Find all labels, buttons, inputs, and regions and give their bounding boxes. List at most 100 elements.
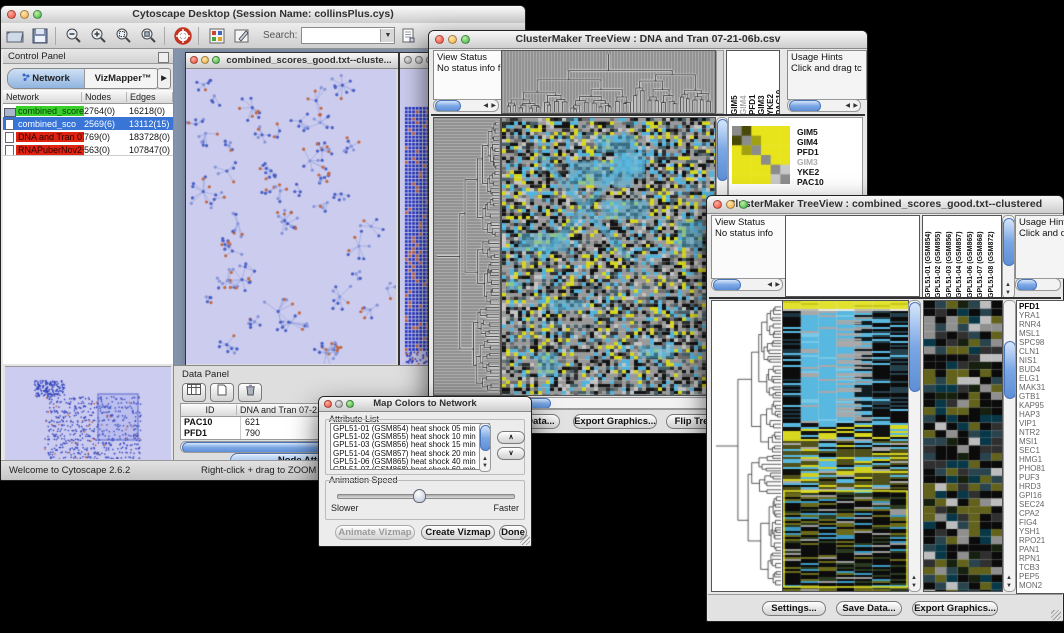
gene-label[interactable]: YKE2 bbox=[797, 167, 859, 177]
minimize-button[interactable] bbox=[415, 56, 423, 64]
treeview1-titlebar[interactable]: ClusterMaker TreeView : DNA and Tran 07-… bbox=[429, 31, 867, 49]
gene-label[interactable]: VIP1 bbox=[1019, 419, 1063, 428]
heatmap-global[interactable] bbox=[782, 300, 909, 592]
scrollbar-thumb[interactable] bbox=[435, 100, 461, 112]
gene-label[interactable]: BUD4 bbox=[1019, 365, 1063, 374]
gene-label[interactable]: GIM4 bbox=[797, 137, 859, 147]
gene-label[interactable]: GIM3 bbox=[797, 157, 859, 167]
heatmap-global[interactable] bbox=[501, 117, 716, 396]
minimize-button[interactable] bbox=[20, 10, 29, 19]
minimize-button[interactable] bbox=[448, 35, 457, 44]
close-button[interactable] bbox=[713, 200, 722, 209]
gene-label[interactable]: MSL1 bbox=[1019, 329, 1063, 338]
scroll-right-icon[interactable]: ▶ bbox=[491, 103, 496, 109]
zoom-button[interactable] bbox=[461, 35, 470, 44]
gene-label[interactable]: PUF3 bbox=[1019, 473, 1063, 482]
gene-label[interactable]: GPI16 bbox=[1019, 491, 1063, 500]
scrollbar-thumb[interactable] bbox=[789, 100, 821, 112]
search-combobox[interactable]: ▼ bbox=[301, 27, 395, 44]
network-row[interactable]: combined_sco2569(6)13112(15) bbox=[3, 117, 173, 130]
import-table-button[interactable] bbox=[398, 26, 420, 46]
gene-label[interactable]: PFD1 bbox=[797, 147, 859, 157]
network-row[interactable]: combined_scores2764(0)16218(0) bbox=[3, 104, 173, 117]
usage-hints-scrollbar[interactable] bbox=[1015, 278, 1061, 291]
row-dendrogram[interactable] bbox=[433, 117, 501, 396]
scrollbar-thumb[interactable] bbox=[909, 302, 921, 392]
gene-label[interactable]: YSH1 bbox=[1019, 527, 1063, 536]
tab-vizmapper[interactable]: VizMapper™ bbox=[84, 69, 161, 88]
gene-label[interactable]: MSI1 bbox=[1019, 437, 1063, 446]
move-down-button[interactable]: ∨ bbox=[497, 447, 525, 460]
new-attribute-button[interactable] bbox=[210, 383, 234, 402]
scrollbar-thumb[interactable] bbox=[713, 279, 741, 291]
animate-vizmap-button[interactable]: Animate Vizmap bbox=[335, 525, 415, 540]
export-graphics-button[interactable]: Export Graphics... bbox=[573, 414, 657, 429]
scroll-up-icon[interactable]: ▲ bbox=[482, 456, 488, 462]
network-overview-canvas[interactable] bbox=[6, 368, 170, 459]
minimize-button[interactable] bbox=[201, 56, 209, 64]
help-lifebuoy-button[interactable] bbox=[172, 26, 194, 46]
gene-label[interactable]: PAC10 bbox=[797, 177, 859, 187]
attribute-item[interactable]: GPL51-07 (GSM868) heat shock 60 min bbox=[333, 466, 487, 470]
speed-slider-track[interactable] bbox=[337, 494, 515, 499]
scroll-down-icon[interactable]: ▼ bbox=[1005, 290, 1011, 296]
gene-label[interactable]: NTR2 bbox=[1019, 428, 1063, 437]
gene-label[interactable]: PAN1 bbox=[1019, 545, 1063, 554]
gene-label[interactable]: RPO21 bbox=[1019, 536, 1063, 545]
column-labels-vscrollbar[interactable]: ▲ ▼ bbox=[1002, 215, 1015, 299]
zoom-selected-button[interactable] bbox=[113, 26, 135, 46]
gene-label[interactable]: GTB1 bbox=[1019, 392, 1063, 401]
zoom-out-button[interactable] bbox=[63, 26, 85, 46]
annotation-button[interactable] bbox=[231, 26, 253, 46]
resize-grip[interactable] bbox=[520, 535, 530, 545]
main-titlebar[interactable]: Cytoscape Desktop (Session Name: collins… bbox=[1, 6, 525, 24]
scrollbar-thumb[interactable] bbox=[1003, 218, 1015, 266]
save-data-button[interactable]: Save Data... bbox=[836, 601, 902, 616]
gene-label[interactable]: SPC98 bbox=[1019, 338, 1063, 347]
scroll-down-icon[interactable]: ▼ bbox=[911, 583, 917, 589]
zoom-in-button[interactable] bbox=[88, 26, 110, 46]
view-status-scrollbar[interactable]: ◀ ▶ bbox=[433, 99, 499, 112]
scrollbar-thumb[interactable] bbox=[1017, 279, 1037, 291]
tab-network[interactable]: Network bbox=[8, 69, 84, 88]
resize-grip[interactable] bbox=[1051, 610, 1061, 620]
gene-label[interactable]: MON2 bbox=[1019, 581, 1063, 590]
gene-label[interactable]: NIS1 bbox=[1019, 356, 1063, 365]
scroll-left-icon[interactable]: ◀ bbox=[767, 282, 772, 288]
close-button[interactable] bbox=[324, 400, 332, 408]
scroll-left-icon[interactable]: ◀ bbox=[845, 103, 850, 109]
column-dendrogram[interactable] bbox=[501, 50, 716, 114]
network-canvas[interactable] bbox=[186, 69, 396, 364]
zoom-button[interactable] bbox=[346, 400, 354, 408]
close-button[interactable] bbox=[190, 56, 198, 64]
scroll-down-icon[interactable]: ▼ bbox=[482, 463, 488, 469]
dialog-titlebar[interactable]: Map Colors to Network bbox=[319, 397, 531, 412]
usage-hints-scrollbar[interactable]: ◀ ▶ bbox=[787, 99, 861, 112]
minimize-button[interactable] bbox=[335, 400, 343, 408]
create-vizmap-button[interactable]: Create Vizmap bbox=[421, 525, 495, 540]
treeview2-titlebar[interactable]: ClusterMaker TreeView : combined_scores_… bbox=[707, 196, 1063, 214]
gene-label[interactable]: KAP95 bbox=[1019, 401, 1063, 410]
scrollbar-thumb[interactable] bbox=[480, 425, 491, 451]
gene-label[interactable]: ELG1 bbox=[1019, 374, 1063, 383]
attribute-browser-button[interactable] bbox=[206, 26, 228, 46]
network-overview-panel[interactable] bbox=[5, 366, 171, 460]
gene-label[interactable]: TCB3 bbox=[1019, 563, 1063, 572]
col-network[interactable]: Network bbox=[3, 92, 82, 102]
scroll-right-icon[interactable]: ▶ bbox=[775, 282, 780, 288]
scroll-up-icon[interactable]: ▲ bbox=[1006, 575, 1012, 581]
export-graphics-button[interactable]: Export Graphics... bbox=[912, 601, 998, 616]
tab-overflow-button[interactable]: ▶ bbox=[157, 68, 171, 89]
close-button[interactable] bbox=[435, 35, 444, 44]
gene-label[interactable]: SEC1 bbox=[1019, 446, 1063, 455]
gene-label[interactable]: CPA2 bbox=[1019, 509, 1063, 518]
chevron-down-icon[interactable]: ▼ bbox=[380, 29, 394, 42]
gene-label[interactable]: RPN1 bbox=[1019, 554, 1063, 563]
zoom-fit-button[interactable] bbox=[138, 26, 160, 46]
gene-label[interactable]: HRD3 bbox=[1019, 482, 1063, 491]
gene-label[interactable]: MAK31 bbox=[1019, 383, 1063, 392]
zoom-button[interactable] bbox=[33, 10, 42, 19]
scroll-left-icon[interactable]: ◀ bbox=[483, 103, 488, 109]
heatmap-hscrollbar[interactable] bbox=[501, 397, 716, 409]
scrollbar-thumb[interactable] bbox=[717, 119, 728, 181]
